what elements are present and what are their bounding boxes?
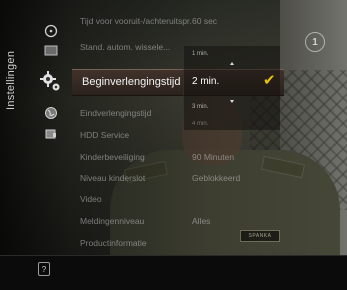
picker-option[interactable]: 4 min. — [192, 121, 208, 127]
setting-label: Kinderbeveiliging — [80, 152, 145, 162]
settings-row[interactable]: Niveau kinderslot Geblokkeerd — [80, 169, 260, 187]
setting-label: Meldingenniveau — [80, 216, 145, 226]
setting-label: Video — [80, 194, 102, 204]
picker-option[interactable]: 3 min. — [192, 104, 208, 110]
bottom-bar — [0, 255, 347, 290]
setting-label: Productinformatie — [80, 238, 147, 248]
tv-settings-screen: SPANKA Instellingen Tijd voor vooruit-/a… — [0, 0, 347, 290]
sidebar-title: Instellingen — [5, 50, 17, 110]
checkmark-icon: ✔ — [263, 72, 276, 89]
scroll-up-arrow-icon[interactable] — [230, 62, 234, 65]
settings-row[interactable]: Video — [80, 190, 260, 208]
channel-logo-icon: 1 — [305, 32, 325, 52]
pin-lock-icon[interactable] — [40, 123, 62, 145]
gear-icon[interactable] — [38, 68, 64, 94]
selected-setting-label: Beginverlengingstijd — [82, 76, 181, 88]
setting-label: Niveau kinderslot — [80, 173, 146, 183]
settings-row[interactable]: Meldingenniveau Alles — [80, 212, 260, 230]
setting-value: 60 sec — [192, 16, 218, 26]
clock-icon[interactable] — [40, 20, 62, 42]
scroll-down-arrow-icon[interactable] — [230, 100, 234, 103]
setting-value: 90 Minuten — [192, 152, 235, 162]
setting-label: Eindverlengingstijd — [80, 108, 152, 118]
setting-label: Tijd voor vooruit-/achteruitspr...: — [80, 16, 192, 26]
help-icon[interactable]: ? — [38, 262, 50, 276]
setting-label: HDD Service — [80, 130, 130, 140]
tv-screen-icon[interactable] — [40, 40, 62, 62]
globe-icon[interactable] — [40, 102, 62, 124]
setting-value: Geblokkeerd — [192, 173, 241, 183]
settings-row[interactable]: Kinderbeveiliging 90 Minuten — [80, 148, 260, 166]
settings-row[interactable]: Tijd voor vooruit-/achteruitspr...: 60 s… — [80, 12, 260, 30]
setting-value: Alles — [192, 216, 211, 226]
settings-row[interactable]: Productinformatie — [80, 234, 260, 252]
picker-option[interactable]: 1 min. — [192, 51, 208, 57]
setting-label: Stand. autom. wissele... — [80, 42, 171, 52]
picker-option-selected[interactable]: 2 min. — [192, 76, 219, 87]
